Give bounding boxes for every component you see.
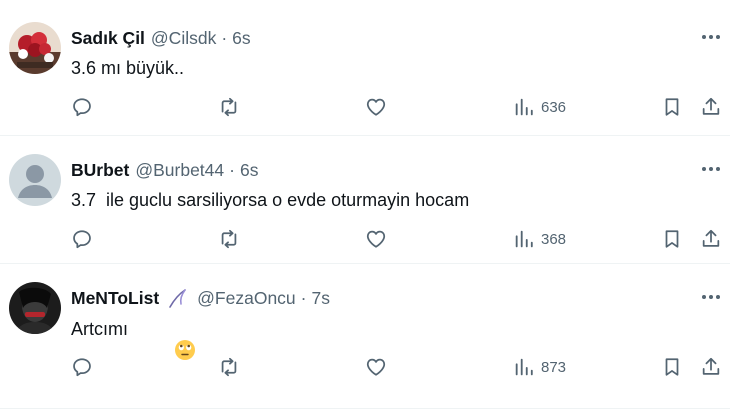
like-button[interactable] [365,226,387,252]
tweet-actions: 368 [0,226,730,252]
rolling-eyes-emoji-icon [134,318,196,360]
views-button[interactable]: 873 [513,354,566,380]
timestamp[interactable]: 6s [240,160,258,181]
display-name[interactable]: MeNToList [71,288,159,309]
user-handle[interactable]: @Burbet44 [135,160,224,181]
heart-icon [366,358,386,376]
analytics-icon [515,230,533,248]
more-icon [702,35,720,39]
photo-flowers-icon [9,22,61,74]
scythe-icon [165,287,191,309]
heart-icon [366,230,386,248]
share-icon [702,357,720,375]
analytics-icon [515,358,533,376]
retweet-button[interactable] [218,354,240,380]
more-icon [702,295,720,299]
tweet-text-content: 3.7 ile guclu sarsiliyorsa o evde oturma… [71,190,470,210]
view-count: 368 [541,230,567,248]
avatar[interactable] [9,282,61,334]
timestamp[interactable]: 6s [232,28,250,49]
tweet-header: Sadık Çil @Cilsdk · 6s [71,26,251,50]
share-button[interactable] [700,354,722,380]
reply-icon [73,230,91,249]
like-button[interactable] [365,94,387,120]
views-button[interactable]: 368 [513,226,566,252]
share-button[interactable] [700,226,722,252]
avatar[interactable] [9,22,61,74]
view-count: 873 [541,358,567,376]
share-button[interactable] [700,94,722,120]
separator-dot: · [221,27,228,48]
timestamp[interactable]: 7s [311,288,329,309]
more-options-button[interactable] [700,26,722,48]
reply-button[interactable] [71,354,93,380]
reply-icon [73,358,91,377]
more-options-button[interactable] [700,158,722,180]
tweet-divider [0,408,730,409]
tweet[interactable]: BUrbet @Burbet44 · 6s 3.7 ile guclu sars… [0,136,730,264]
tweet[interactable]: MeNToList @FezaOncu · 7s Artcımı 873 [0,264,730,392]
share-icon [702,97,720,115]
bookmark-icon [665,230,679,248]
bookmark-button[interactable] [661,354,683,380]
retweet-icon [221,97,237,117]
separator-dot: · [300,287,307,308]
reply-button[interactable] [71,226,93,252]
user-handle[interactable]: @FezaOncu [197,288,296,309]
tweet-header: MeNToList @FezaOncu · 7s [71,286,330,310]
tweet-actions: 873 [0,354,730,380]
retweet-icon [221,229,237,249]
bookmark-button[interactable] [661,94,683,120]
avatar[interactable] [9,154,61,206]
view-count: 636 [541,98,567,116]
user-handle[interactable]: @Cilsdk [151,28,216,49]
retweet-button[interactable] [218,94,240,120]
tweet-actions: 636 [0,94,730,120]
display-name[interactable]: Sadık Çil [71,28,145,49]
tweet-text: 3.6 mı büyük.. [71,58,184,79]
reply-icon [73,98,91,117]
tweet-text-content: Artcımı [71,318,128,339]
tweet-text: Artcımı [71,318,196,360]
separator-dot: · [229,159,235,180]
photo-dark-portrait-icon [9,282,61,334]
more-options-button[interactable] [700,286,722,308]
like-button[interactable] [365,354,387,380]
tweet-header: BUrbet @Burbet44 · 6s [71,158,258,182]
retweet-icon [221,357,237,377]
bookmark-button[interactable] [661,226,683,252]
views-button[interactable]: 636 [513,94,566,120]
tweet-text: 3.7 ile guclu sarsiliyorsa o evde oturma… [71,190,469,211]
tweet[interactable]: Sadık Çil @Cilsdk · 6s 3.6 mı büyük.. 63… [0,4,730,132]
more-icon [702,167,720,171]
tweet-text-content: 3.6 mı büyük.. [71,58,185,78]
share-icon [702,229,720,247]
heart-icon [366,98,386,116]
reply-button[interactable] [71,94,93,120]
bookmark-icon [665,98,679,116]
default-profile-icon [9,154,61,206]
bookmark-icon [665,358,679,376]
retweet-button[interactable] [218,226,240,252]
analytics-icon [515,98,533,116]
tweet-feed: Sadık Çil @Cilsdk · 6s 3.6 mı büyük.. 63… [0,0,730,420]
display-name[interactable]: BUrbet [71,160,129,181]
